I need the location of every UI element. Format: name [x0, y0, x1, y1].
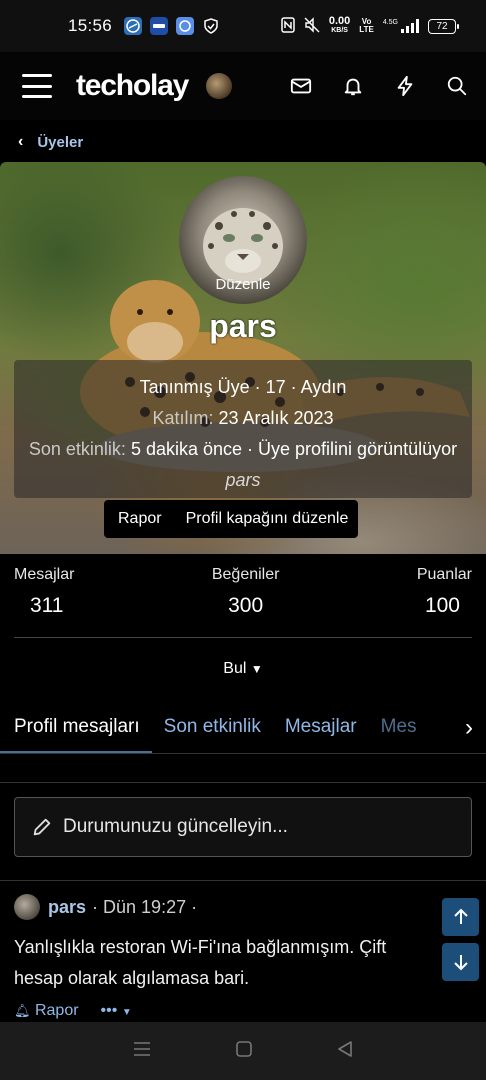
- profile-cover: Düzenle pars Tanınmış Üye · 17 · Aydın K…: [0, 162, 486, 554]
- message-body: Yanlışlıkla restoran Wi-Fi'ına bağlanmış…: [14, 937, 387, 988]
- pencil-icon: [33, 818, 51, 836]
- edit-avatar-label[interactable]: Düzenle: [179, 276, 307, 293]
- home-button[interactable]: [236, 1040, 252, 1063]
- menu-icon[interactable]: [22, 74, 52, 98]
- site-logo[interactable]: techolay: [76, 69, 189, 103]
- status-bar: 15:56 0.00 KB/S Vo LTE 4.5G 72: [0, 0, 486, 52]
- breadcrumb[interactable]: ‹ Üyeler: [0, 120, 486, 164]
- profile-info-box: Tanınmış Üye · 17 · Aydın Katılım: 23 Ar…: [14, 360, 472, 498]
- tab-profile-messages[interactable]: Profil mesajları: [0, 702, 152, 753]
- nfc-icon: [281, 16, 295, 36]
- chevron-left-icon: ‹: [18, 133, 24, 150]
- signal-icon: 4.5G: [383, 19, 419, 33]
- user-avatar[interactable]: [206, 73, 233, 99]
- chevron-right-icon[interactable]: ›: [452, 702, 486, 753]
- caret-down-icon: ▼: [121, 1007, 132, 1018]
- edit-cover-button[interactable]: Profil kapağını düzenle: [172, 500, 359, 538]
- find-dropdown[interactable]: Bul ▼: [0, 660, 486, 678]
- joined-line: Katılım: 23 Aralık 2023: [152, 408, 334, 428]
- scroll-up-button[interactable]: [442, 898, 479, 936]
- scroll-down-button[interactable]: [442, 943, 479, 981]
- network-speed: 0.00 KB/S: [328, 15, 351, 35]
- mavi-app-icon: [150, 17, 169, 35]
- report-link[interactable]: 🔔︎ Rapor: [14, 1002, 79, 1020]
- more-options-button[interactable]: ••• ▼: [101, 1002, 132, 1020]
- message-app-icon: [176, 17, 195, 35]
- arrow-up-icon: [453, 908, 468, 924]
- message-actions: 🔔︎ Rapor ••• ▼: [14, 1002, 132, 1020]
- recent-apps-button[interactable]: [133, 1040, 151, 1063]
- mail-icon[interactable]: [290, 75, 312, 97]
- clock: 15:56: [68, 16, 113, 35]
- arrow-down-icon: [453, 955, 468, 971]
- caret-down-icon: ▼: [250, 662, 263, 676]
- tab-messages[interactable]: Mesajlar: [273, 702, 369, 753]
- profile-username: pars: [209, 308, 277, 344]
- profile-message: pars · Dün 19:27 · Yanlışlıkla restoran …: [14, 894, 434, 994]
- stat-likes[interactable]: Beğeniler 300: [212, 566, 280, 637]
- message-author[interactable]: pars: [48, 897, 86, 918]
- tab-more[interactable]: Mes: [369, 702, 429, 753]
- profile-avatar[interactable]: Düzenle: [179, 176, 307, 304]
- system-nav-bar: [0, 1022, 486, 1080]
- divider: [0, 880, 486, 881]
- volte-indicator: Vo LTE: [359, 17, 374, 34]
- mute-icon: [304, 16, 320, 36]
- stat-points[interactable]: Puanlar 100: [417, 566, 472, 637]
- status-update-input[interactable]: Durumunuzu güncelleyin...: [14, 797, 472, 857]
- search-icon[interactable]: [446, 75, 468, 97]
- message-time[interactable]: · Dün 19:27 ·: [92, 897, 197, 918]
- cover-actions: Rapor Profil kapağını düzenle: [104, 500, 359, 538]
- stat-messages[interactable]: Mesajlar 311: [14, 566, 74, 637]
- battery-indicator: 72: [428, 18, 459, 34]
- app-header: techolay: [0, 52, 486, 120]
- shield-icon: [202, 17, 220, 35]
- profile-stats: Mesajlar 311 Beğeniler 300 Puanlar 100: [14, 566, 472, 638]
- avatar[interactable]: [14, 894, 40, 920]
- tab-recent-activity[interactable]: Son etkinlik: [152, 702, 273, 753]
- breadcrumb-members[interactable]: Üyeler: [37, 134, 83, 151]
- bolt-icon[interactable]: [394, 75, 416, 97]
- ml-app-icon: [124, 17, 143, 35]
- last-activity-line: Son etkinlik: 5 dakika önce · Üye profil…: [28, 439, 458, 490]
- divider: [0, 782, 486, 783]
- report-button[interactable]: Rapor: [104, 500, 172, 538]
- member-title: Tanınmış Üye · 17 · Aydın: [139, 377, 347, 397]
- bell-icon: 🔔︎: [14, 1003, 31, 1018]
- bell-icon[interactable]: [342, 75, 364, 97]
- profile-tabs: Profil mesajları Son etkinlik Mesajlar M…: [0, 702, 486, 754]
- back-button[interactable]: [337, 1040, 353, 1063]
